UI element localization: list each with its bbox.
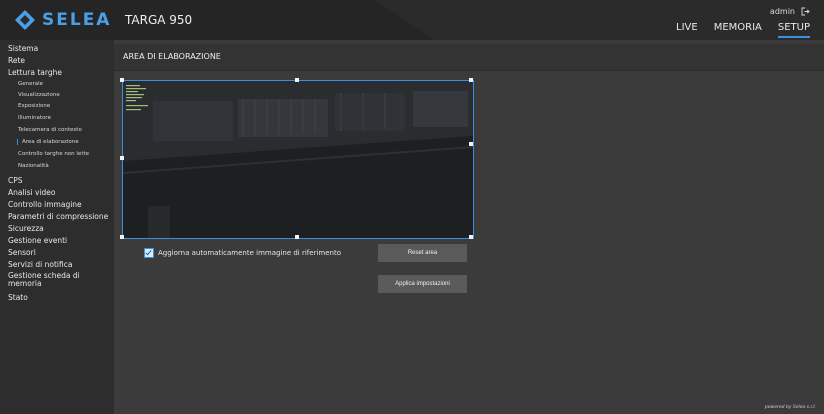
sidebar-subitem-generale[interactable]: Generale — [18, 81, 43, 87]
sidebar-item-parametri-compressione[interactable]: Parametri di compressione — [8, 212, 108, 221]
user-area: admin — [770, 7, 810, 16]
sidebar-item-controllo-immagine[interactable]: Controllo immagine — [8, 200, 82, 209]
resize-handle-bottom[interactable] — [295, 235, 299, 239]
nav-memoria[interactable]: MEMORIA — [714, 22, 762, 38]
username[interactable]: admin — [770, 7, 795, 16]
resize-handle-right[interactable] — [469, 142, 473, 146]
sidebar-subitem-nazionalita[interactable]: Nazionalità — [18, 163, 49, 169]
sidebar-item-analisi-video[interactable]: Analisi video — [8, 188, 56, 197]
sidebar-item-servizi-notifica[interactable]: Servizi di notifica — [8, 260, 72, 269]
sidebar-item-sicurezza[interactable]: Sicurezza — [8, 224, 44, 233]
resize-handle-top-right[interactable] — [469, 78, 473, 82]
processing-area-frame[interactable] — [122, 80, 474, 239]
page-title: AREA DI ELABORAZIONE — [123, 52, 221, 61]
auto-update-label: Aggiorna automaticamente immagine di rif… — [158, 249, 341, 257]
sidebar-item-lettura-targhe[interactable]: Lettura targhe — [8, 68, 62, 77]
sidebar-subitem-esposizione[interactable]: Esposizione — [18, 103, 50, 109]
logout-icon[interactable] — [801, 7, 810, 16]
auto-update-option: Aggiorna automaticamente immagine di rif… — [144, 248, 341, 258]
powered-by: powered by Selea s.r.l. — [764, 405, 816, 410]
sidebar-subitem-illuminatore[interactable]: Illuminatore — [18, 115, 51, 121]
resize-handle-bottom-right[interactable] — [469, 235, 473, 239]
sidebar-item-rete[interactable]: Rete — [8, 56, 25, 65]
sidebar-item-sistema[interactable]: Sistema — [8, 44, 38, 53]
device-model: TARGA 950 — [125, 13, 193, 27]
apply-settings-button[interactable]: Applica impostazioni — [378, 275, 467, 293]
top-bar: SELEA TARGA 950 admin LIVE MEMORIA SETUP — [0, 0, 824, 40]
main-nav: LIVE MEMORIA SETUP — [676, 22, 810, 38]
selea-logo-icon — [15, 10, 35, 30]
resize-handle-top-left[interactable] — [120, 78, 124, 82]
nav-live[interactable]: LIVE — [676, 22, 698, 38]
sidebar-subitem-telecamera-contesto[interactable]: Telecamera di contesto — [18, 127, 82, 133]
section-header: AREA DI ELABORAZIONE — [114, 44, 824, 71]
main-content: AREA DI ELABORAZIONE Aggiorna automatica… — [114, 40, 824, 414]
sidebar: Sistema Rete Lettura targhe Generale Vis… — [0, 40, 114, 414]
sidebar-subitem-controllo-targhe[interactable]: Controllo targhe non lette — [18, 151, 89, 157]
sidebar-item-gestione-scheda[interactable]: Gestione scheda di memoria — [8, 272, 96, 288]
sidebar-item-sensori[interactable]: Sensori — [8, 248, 36, 257]
resize-handle-left[interactable] — [120, 156, 124, 160]
sidebar-item-cps[interactable]: CPS — [8, 176, 23, 185]
sidebar-item-stato[interactable]: Stato — [8, 293, 28, 302]
resize-handle-bottom-left[interactable] — [120, 235, 124, 239]
auto-update-checkbox[interactable] — [144, 248, 154, 258]
nav-setup[interactable]: SETUP — [777, 22, 810, 38]
sidebar-item-gestione-eventi[interactable]: Gestione eventi — [8, 236, 67, 245]
sidebar-subitem-area-elaborazione[interactable]: Area di elaborazione — [17, 139, 79, 145]
camera-preview — [123, 81, 473, 238]
reset-area-button[interactable]: Reset area — [378, 244, 467, 262]
resize-handle-top[interactable] — [295, 78, 299, 82]
logo-text: SELEA — [42, 10, 112, 30]
logo: SELEA — [14, 8, 111, 32]
sidebar-subitem-visualizzazione[interactable]: Visualizzazione — [18, 92, 60, 98]
